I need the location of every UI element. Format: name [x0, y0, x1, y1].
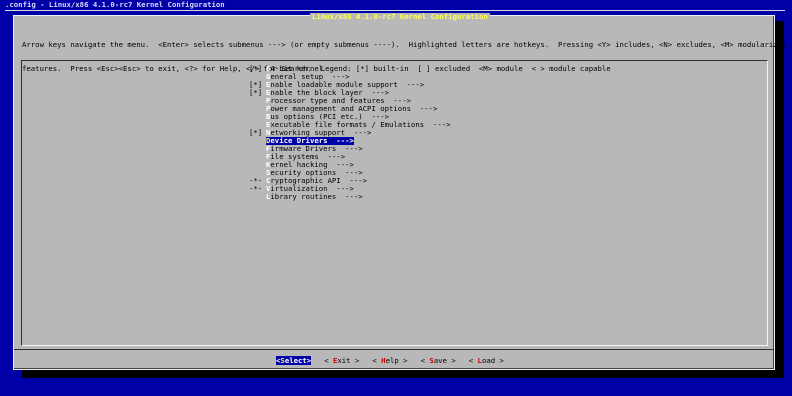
dialog-button-face: < Exit >: [324, 356, 359, 365]
button-label: xit: [337, 356, 351, 365]
menu-box: [*] 64-bit kernel General setup ---> [*] Ena…: [21, 60, 768, 346]
menu-item-state: [*]: [249, 88, 263, 97]
button-row: <Select> < Exit > < Help > < Save > < Load >: [276, 356, 517, 365]
button-label: ave: [433, 356, 447, 365]
menu-item[interactable]: Library routines --->: [249, 193, 469, 201]
button-bracket-right: >: [446, 356, 456, 365]
title-rule: [5, 10, 785, 11]
dialog-title: Linux/x86 4.1.0-rc7 Kernel Configuration: [310, 12, 490, 21]
dialog-button[interactable]: < Save >: [421, 357, 456, 365]
help-line-1: Arrow keys navigate the menu. <Enter> se…: [22, 40, 787, 49]
button-bracket-left: <: [324, 356, 333, 365]
menu-item-state: [*]: [249, 64, 263, 73]
menu-item-text: ibrary routines --->: [270, 192, 363, 201]
button-label: elp: [385, 356, 399, 365]
menu-list: [*] 64-bit kernel General setup ---> [*] Ena…: [249, 65, 469, 201]
button-bracket-left: <: [468, 356, 478, 365]
window-title: .config - Linux/x86 4.1.0-rc7 Kernel Con…: [5, 0, 225, 9]
dialog-button[interactable]: < Exit >: [324, 357, 359, 365]
button-bracket-right: >: [398, 356, 408, 365]
menu-item-label: Library routines --->: [266, 193, 363, 201]
button-bracket-right: >: [306, 356, 312, 365]
dialog-button-face: <Select>: [276, 356, 312, 365]
button-bracket-right: >: [350, 356, 360, 365]
button-label: elect: [284, 356, 307, 365]
dialog-button-face: < Save >: [421, 356, 456, 365]
dialog-button[interactable]: < Help >: [372, 357, 407, 365]
menu-item-state: [*]: [249, 128, 263, 137]
menu-item-state: -*-: [249, 184, 263, 193]
dialog-shadow-bottom: [22, 370, 784, 378]
dialog-button-face: < Load >: [469, 356, 504, 365]
dialog-button[interactable]: < Load >: [469, 357, 504, 365]
button-label: oad: [481, 356, 496, 365]
dialog-shadow-right: [775, 21, 784, 378]
dialog-button[interactable]: <Select>: [276, 356, 312, 365]
kernel-config-dialog: Linux/x86 4.1.0-rc7 Kernel Configuration…: [13, 12, 787, 370]
terminal-screen: .config - Linux/x86 4.1.0-rc7 Kernel Con…: [0, 0, 792, 396]
button-bracket-right: >: [495, 356, 504, 365]
buttons-separator: [14, 349, 774, 350]
dialog-button-face: < Help >: [372, 356, 407, 365]
button-bracket-left: <: [372, 356, 382, 365]
